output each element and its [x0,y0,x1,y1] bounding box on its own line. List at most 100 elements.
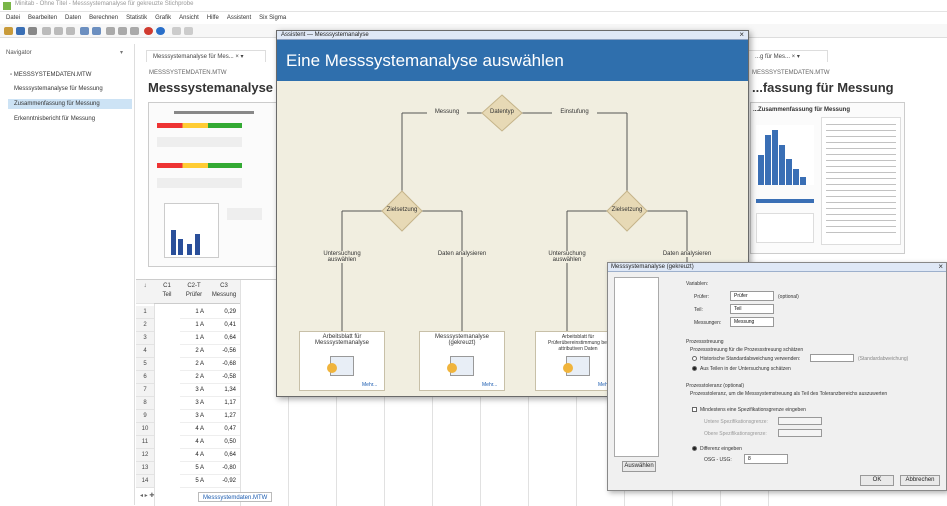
table-cell[interactable]: 5 A [180,462,208,475]
row-header[interactable]: 4 [136,345,154,358]
pin-icon[interactable]: ▾ [120,49,123,56]
part-field[interactable]: Teil [730,304,774,314]
brush-icon[interactable] [184,27,193,35]
cancel-button[interactable]: Abbrechen [900,475,940,486]
row-header[interactable]: 6 [136,371,154,384]
row-header[interactable]: 10 [136,423,154,436]
more-link[interactable]: Mehr... [482,382,497,388]
table-cell[interactable]: 3 A [180,410,208,423]
table-cell[interactable]: 5 A [180,475,208,488]
variable-list[interactable] [614,277,659,457]
redo-icon[interactable] [92,27,101,35]
table-cell[interactable]: 4 A [180,436,208,449]
help-icon[interactable] [156,27,165,35]
tab-msa[interactable]: Messsystemanalyse für Mes... × ▾ [146,50,266,62]
table-cell[interactable]: 0,41 [208,319,240,332]
table-cell[interactable]: 2 A [180,371,208,384]
menu-item[interactable]: Grafik [155,15,171,21]
row-header[interactable]: 3 [136,332,154,345]
table-cell[interactable]: -0,58 [208,371,240,384]
column-header[interactable]: C3 Messung [208,280,240,304]
table-cell[interactable]: 4 A [180,423,208,436]
historical-sd-field[interactable] [810,354,854,362]
stop-icon[interactable] [144,27,153,35]
menu-item[interactable]: Hilfe [207,15,219,21]
menu-item[interactable]: Berechnen [89,15,118,21]
worksheet-icon[interactable] [106,27,115,35]
menu-item[interactable]: Statistik [126,15,147,21]
close-icon[interactable]: × [739,31,744,39]
more-link[interactable]: Mehr... [362,382,377,388]
table-cell[interactable]: 1 A [180,319,208,332]
paste-icon[interactable] [66,27,75,35]
row-header[interactable]: 5 [136,358,154,371]
navigator-item-selected[interactable]: Zusammenfassung für Messung [8,99,132,109]
menu-item[interactable]: Daten [65,15,81,21]
table-cell[interactable]: 0,64 [208,449,240,462]
table-cell[interactable]: 4 A [180,449,208,462]
sheet-tab[interactable]: Messsystemdaten.MTW [198,492,273,502]
usl-field[interactable] [778,429,822,437]
table-cell[interactable]: -0,80 [208,462,240,475]
row-header[interactable]: 14 [136,475,154,488]
undo-icon[interactable] [80,27,89,35]
menu-item[interactable]: Bearbeiten [28,15,57,21]
table-cell[interactable]: 0,47 [208,423,240,436]
row-header[interactable]: 8 [136,397,154,410]
estimate-radio[interactable] [692,366,697,371]
column-header[interactable]: C1 Teil [154,280,180,304]
table-cell[interactable]: 2 A [180,345,208,358]
table-cell[interactable]: 0,64 [208,332,240,345]
column-header[interactable]: C2-T Prüfer [180,280,208,304]
close-icon[interactable]: × [938,262,943,271]
copy-icon[interactable] [54,27,63,35]
table-cell[interactable]: 1,17 [208,397,240,410]
row-header[interactable]: 7 [136,384,154,397]
table-cell[interactable]: 1,27 [208,410,240,423]
table-cell[interactable]: 0,50 [208,436,240,449]
report-msa[interactable] [148,102,278,267]
zoom-icon[interactable] [130,27,139,35]
ok-button[interactable]: OK [860,475,894,486]
table-cell[interactable]: -0,56 [208,345,240,358]
measurement-field[interactable]: Messung [730,317,774,327]
row-header[interactable]: 9 [136,410,154,423]
navigator-item[interactable]: ▫ MESSSYSTEMDATEN.MTW [8,70,132,80]
table-cell[interactable]: -0,68 [208,358,240,371]
table-cell[interactable]: 0,29 [208,306,240,319]
sheet-nav-icon[interactable]: ◂ ▸ ✚ [140,492,154,499]
difference-radio[interactable] [692,446,697,451]
corner-cell[interactable]: ↓ [136,280,154,304]
operator-field[interactable]: Prüfer [730,291,774,301]
menu-item[interactable]: Datei [6,15,20,21]
lsl-field[interactable] [778,417,822,425]
menu-item[interactable]: Six Sigma [259,15,286,21]
report-summary[interactable]: ...Zusammenfassung für Messung [750,102,905,254]
table-cell[interactable]: 1,34 [208,384,240,397]
spec-limit-checkbox[interactable] [692,407,697,412]
difference-field[interactable]: 8 [744,454,788,464]
table-cell[interactable]: 3 A [180,397,208,410]
select-button[interactable]: Auswählen [622,461,656,472]
open-icon[interactable] [4,27,13,35]
print-icon[interactable] [28,27,37,35]
historical-sd-radio[interactable] [692,356,697,361]
table-cell[interactable]: 1 A [180,306,208,319]
table-cell[interactable]: 2 A [180,358,208,371]
find-icon[interactable] [118,27,127,35]
graph-icon[interactable] [172,27,181,35]
menu-item[interactable]: Assistent [227,15,251,21]
row-header[interactable]: 11 [136,436,154,449]
tab-summary[interactable]: ...g für Mes... × ▾ [748,50,828,62]
navigator-item[interactable]: Messsystemanalyse für Messung [8,84,132,94]
table-cell[interactable]: 3 A [180,384,208,397]
row-header[interactable]: 12 [136,449,154,462]
row-header[interactable]: 13 [136,462,154,475]
save-icon[interactable] [16,27,25,35]
table-cell[interactable]: -0,92 [208,475,240,488]
card-gage-worksheet[interactable]: Arbeitsblatt für Messsystemanalyse Mehr.… [299,331,385,391]
navigator-item[interactable]: Erkenntnisbericht für Messung [8,114,132,124]
menu-item[interactable]: Ansicht [179,15,199,21]
cut-icon[interactable] [42,27,51,35]
row-header[interactable]: 2 [136,319,154,332]
